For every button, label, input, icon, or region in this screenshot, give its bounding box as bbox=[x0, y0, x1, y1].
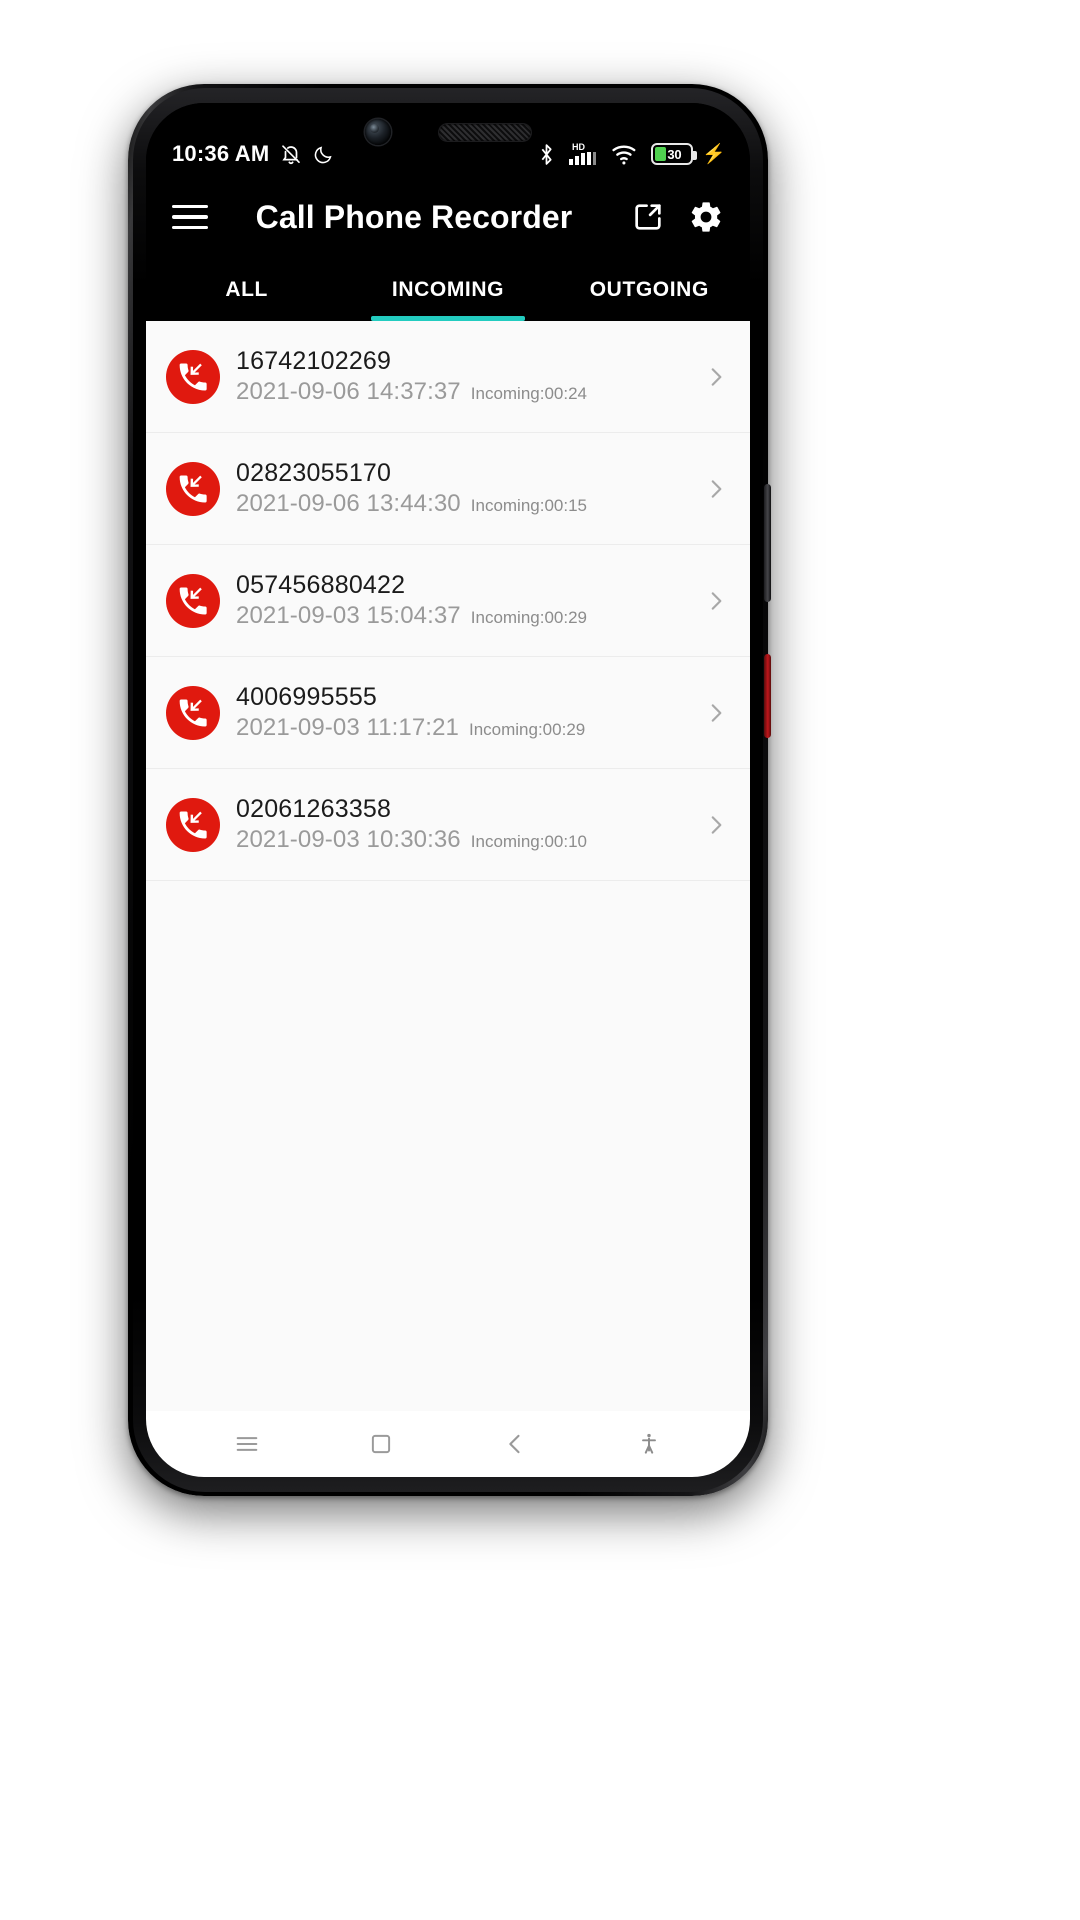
call-meta: 2021-09-06 13:44:30 Incoming:00:15 bbox=[236, 490, 702, 518]
incoming-call-icon bbox=[166, 685, 220, 740]
battery-indicator: 30 bbox=[651, 143, 698, 165]
gear-icon[interactable] bbox=[684, 195, 728, 239]
table-row[interactable]: 16742102269 2021-09-06 14:37:37 Incoming… bbox=[146, 321, 750, 433]
power-button[interactable] bbox=[764, 484, 771, 602]
table-row[interactable]: 4006995555 2021-09-03 11:17:21 Incoming:… bbox=[146, 657, 750, 769]
app-bar: Call Phone Recorder bbox=[146, 175, 750, 259]
tab-incoming[interactable]: INCOMING bbox=[347, 259, 548, 321]
call-number: 057456880422 bbox=[236, 570, 406, 599]
tab-bar: ALL INCOMING OUTGOING bbox=[146, 259, 750, 321]
call-details: 4006995555 2021-09-03 11:17:21 Incoming:… bbox=[236, 683, 702, 743]
tab-outgoing[interactable]: OUTGOING bbox=[549, 259, 750, 321]
accessibility-icon[interactable] bbox=[625, 1420, 673, 1468]
call-datetime: 2021-09-03 15:04:37 bbox=[236, 602, 461, 630]
phone-device-frame: 10:36 AM HD 30 ⚡ Call Phone Recorder ALL… bbox=[128, 84, 771, 1496]
battery-charging-icon: ⚡ bbox=[702, 143, 726, 165]
chevron-right-icon[interactable] bbox=[702, 476, 730, 502]
call-list: 16742102269 2021-09-06 14:37:37 Incoming… bbox=[146, 321, 750, 1411]
chevron-right-icon[interactable] bbox=[702, 700, 730, 726]
call-datetime: 2021-09-03 10:30:36 bbox=[236, 826, 461, 854]
table-row[interactable]: 02823055170 2021-09-06 13:44:30 Incoming… bbox=[146, 433, 750, 545]
call-meta: 2021-09-06 14:37:37 Incoming:00:24 bbox=[236, 378, 702, 406]
dnd-moon-icon bbox=[315, 146, 332, 164]
call-datetime: 2021-09-03 11:17:21 bbox=[236, 714, 459, 742]
call-duration: Incoming:00:29 bbox=[470, 608, 588, 628]
phone-screen: 10:36 AM HD 30 ⚡ Call Phone Recorder ALL… bbox=[146, 103, 750, 1477]
call-number: 4006995555 bbox=[236, 682, 378, 711]
system-navigation-bar bbox=[146, 1411, 750, 1477]
incoming-call-icon bbox=[166, 349, 220, 404]
call-duration: Incoming:00:29 bbox=[468, 720, 586, 740]
incoming-call-icon bbox=[166, 573, 220, 628]
chevron-right-icon[interactable] bbox=[702, 812, 730, 838]
tab-outgoing-label: OUTGOING bbox=[589, 278, 709, 301]
call-duration: Incoming:00:15 bbox=[470, 496, 588, 516]
chevron-right-icon[interactable] bbox=[702, 364, 730, 390]
wifi-icon bbox=[612, 145, 636, 165]
bluetooth-icon bbox=[541, 143, 552, 165]
tab-incoming-label: INCOMING bbox=[391, 278, 505, 301]
status-clock: 10:36 AM bbox=[172, 141, 270, 166]
call-meta: 2021-09-03 15:04:37 Incoming:00:29 bbox=[236, 602, 702, 630]
status-bar-right: HD 30 ⚡ bbox=[537, 141, 726, 167]
call-datetime: 2021-09-06 14:37:37 bbox=[236, 378, 461, 406]
back-chevron-icon[interactable] bbox=[491, 1420, 539, 1468]
recents-menu-icon[interactable] bbox=[223, 1420, 271, 1468]
incoming-call-icon bbox=[166, 797, 220, 852]
home-square-icon[interactable] bbox=[357, 1420, 405, 1468]
table-row[interactable]: 02061263358 2021-09-03 10:30:36 Incoming… bbox=[146, 769, 750, 881]
call-details: 02061263358 2021-09-03 10:30:36 Incoming… bbox=[236, 795, 702, 855]
call-meta: 2021-09-03 11:17:21 Incoming:00:29 bbox=[236, 714, 702, 742]
screenshot-canvas: 10:36 AM HD 30 ⚡ Call Phone Recorder ALL… bbox=[0, 0, 1080, 1920]
call-duration: Incoming:00:10 bbox=[470, 832, 588, 852]
call-details: 02823055170 2021-09-06 13:44:30 Incoming… bbox=[236, 459, 702, 519]
page-title: Call Phone Recorder bbox=[255, 198, 573, 235]
call-meta: 2021-09-03 10:30:36 Incoming:00:10 bbox=[236, 826, 702, 854]
tab-all[interactable]: ALL bbox=[146, 259, 347, 321]
tab-all-label: ALL bbox=[225, 278, 268, 301]
hd-signal-icon: HD bbox=[569, 142, 597, 165]
volume-button[interactable] bbox=[764, 654, 771, 738]
call-details: 057456880422 2021-09-03 15:04:37 Incomin… bbox=[236, 571, 702, 631]
call-number: 02061263358 bbox=[236, 794, 392, 823]
table-row[interactable]: 057456880422 2021-09-03 15:04:37 Incomin… bbox=[146, 545, 750, 657]
call-datetime: 2021-09-06 13:44:30 bbox=[236, 490, 461, 518]
call-details: 16742102269 2021-09-06 14:37:37 Incoming… bbox=[236, 347, 702, 407]
call-number: 02823055170 bbox=[236, 458, 392, 487]
call-duration: Incoming:00:24 bbox=[470, 384, 588, 404]
call-number: 16742102269 bbox=[236, 346, 392, 375]
export-share-icon[interactable] bbox=[626, 195, 670, 239]
status-bar-left: 10:36 AM bbox=[172, 141, 335, 167]
status-bar: 10:36 AM HD 30 ⚡ bbox=[146, 103, 750, 175]
battery-percent: 30 bbox=[667, 146, 682, 162]
hamburger-menu-icon[interactable] bbox=[172, 204, 208, 230]
bell-muted-icon bbox=[282, 145, 301, 165]
incoming-call-icon bbox=[166, 461, 220, 516]
svg-text:HD: HD bbox=[572, 142, 585, 152]
chevron-right-icon[interactable] bbox=[702, 588, 730, 614]
